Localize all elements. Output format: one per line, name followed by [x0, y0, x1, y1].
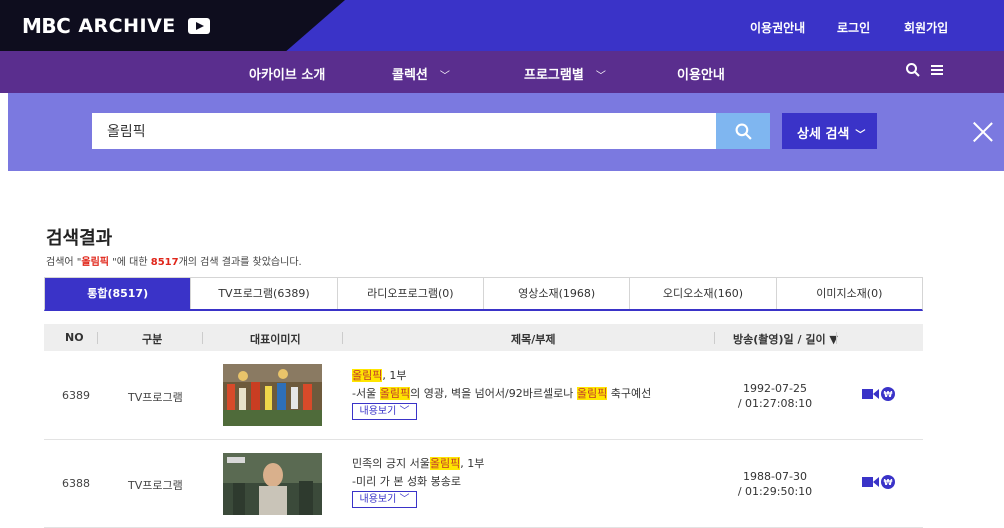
chevron-down-icon: ﹀: [595, 71, 606, 82]
close-icon[interactable]: [972, 121, 994, 143]
video-camera-icon[interactable]: ₩: [862, 474, 902, 490]
broadcast-date: 1988-07-30: [743, 470, 807, 483]
svg-text:₩: ₩: [884, 478, 893, 487]
nav-item-label: 아카이브 소개: [249, 68, 326, 83]
search-icon: [735, 123, 752, 140]
col-divider: [714, 332, 715, 344]
col-divider: [836, 332, 837, 344]
nav-item-program[interactable]: 프로그램별 ﹀: [524, 64, 606, 83]
broadcast-date: 1992-07-25: [743, 382, 807, 395]
logo-brand: MBC: [22, 14, 71, 38]
link-signup[interactable]: 회원가입: [904, 19, 948, 36]
col-divider: [342, 332, 343, 344]
summary-count: 8517: [150, 257, 179, 268]
nav-item-label: 이용안내: [677, 68, 725, 83]
results-title: 검색결과: [46, 228, 113, 249]
row-title[interactable]: 올림픽, 1부: [352, 367, 407, 383]
row-subtitle: -미리 가 본 성화 봉송로: [352, 475, 462, 488]
col-type: 구분: [142, 333, 163, 346]
summary-keyword: 올림픽: [81, 257, 109, 268]
table-row: 6388 TV프로그램 민족의 긍지 서울올림픽, 1부 -미리 가 본 성화 …: [44, 440, 923, 528]
duration: / 01:29:50:10: [737, 485, 813, 498]
play-icon: [187, 18, 210, 34]
tab-all[interactable]: 통합(8517): [45, 278, 192, 309]
result-tabs: 통합(8517) TV프로그램(6389) 라디오프로그램(0) 영상소재(19…: [44, 277, 923, 311]
nav-item-label: 프로그램별: [524, 68, 584, 83]
tab-tv-program[interactable]: TV프로그램(6389): [191, 278, 338, 309]
duration: / 01:27:08:10: [737, 397, 813, 410]
row-type: TV프로그램: [128, 391, 183, 404]
keyword-highlight: 올림픽: [352, 369, 383, 382]
subtitle-part: 축구예선: [607, 387, 652, 400]
col-divider: [97, 332, 98, 344]
tab-image-material[interactable]: 이미지소재(0): [777, 278, 922, 309]
results-summary: 검색어 "올림픽 "에 대한 8517개의 검색 결과를 찾았습니다.: [46, 253, 302, 268]
subtitle-part: -서울: [352, 387, 380, 400]
video-camera-icon[interactable]: ₩: [862, 386, 902, 402]
row-subtitle: -서울 올림픽의 영광, 벽을 넘어서/92바르셀로나 올림픽 축구예선: [352, 385, 651, 401]
link-login[interactable]: 로그인: [837, 19, 870, 36]
thumbnail-picture: [223, 453, 322, 515]
col-date-sort[interactable]: 방송(촬영)일 / 길이 ▼: [733, 331, 838, 347]
row-no: 6389: [62, 389, 90, 402]
chevron-down-icon: ﹀: [855, 130, 866, 141]
col-no: NO: [65, 331, 84, 344]
summary-suffix: 개의 검색 결과를 찾았습니다.: [178, 257, 302, 268]
chevron-down-icon: ﹀: [439, 71, 450, 82]
tab-video-material[interactable]: 영상소재(1968): [484, 278, 631, 309]
subtitle-part: 의 영광, 벽을 넘어서/92바르셀로나: [410, 387, 577, 400]
nav-item-label: 콜렉션: [392, 68, 428, 83]
link-pass-info[interactable]: 이용권안내: [750, 19, 805, 36]
search-icon[interactable]: [905, 62, 921, 78]
main-nav: 아카이브 소개 콜렉션 ﹀ 프로그램별 ﹀ 이용안내: [0, 51, 1004, 93]
tab-radio-program[interactable]: 라디오프로그램(0): [338, 278, 484, 309]
view-details-button[interactable]: 내용보기 ﹀: [352, 403, 417, 420]
table-row: 6389 TV프로그램 올림픽, 1부 -서울 올림픽의 영광, 벽을 넘어서/…: [44, 352, 923, 440]
chevron-down-icon: ﹀: [399, 406, 410, 417]
table-header: NO 구분 대표이미지 제목/부제 방송(촬영)일 / 길이 ▼: [44, 324, 923, 351]
thumbnail-picture: [223, 364, 322, 426]
svg-text:₩: ₩: [884, 390, 893, 399]
chevron-down-icon: ﹀: [399, 494, 410, 505]
keyword-highlight: 올림픽: [576, 387, 608, 400]
summary-prefix: 검색어 ": [46, 257, 82, 268]
title-rest: , 1부: [460, 457, 485, 470]
search-button[interactable]: [716, 113, 770, 149]
top-bar: MBC ARCHIVE 이용권안내 로그인 회원가입: [0, 0, 1004, 51]
advanced-search-button[interactable]: 상세 검색 ﹀: [782, 113, 877, 149]
thumbnail-image[interactable]: [223, 453, 322, 515]
keyword-highlight: 올림픽: [429, 457, 461, 470]
advanced-search-label: 상세 검색: [797, 127, 850, 142]
col-title: 제목/부제: [511, 333, 556, 346]
title-pre: 민족의 긍지 서울: [352, 457, 430, 470]
row-title[interactable]: 민족의 긍지 서울올림픽, 1부: [352, 455, 484, 471]
col-image: 대표이미지: [250, 333, 301, 346]
hamburger-menu-icon[interactable]: [931, 65, 943, 75]
logo-text: ARCHIVE: [78, 15, 176, 37]
nav-item-guide[interactable]: 이용안내: [677, 64, 725, 83]
row-date: 1988-07-30 / 01:29:50:10: [730, 469, 820, 499]
nav-item-collection[interactable]: 콜렉션 ﹀: [392, 64, 450, 83]
keyword-highlight: 올림픽: [379, 387, 411, 400]
search-field[interactable]: [92, 113, 716, 149]
row-no: 6388: [62, 477, 90, 490]
view-details-label: 내용보기: [359, 494, 397, 505]
view-details-label: 내용보기: [359, 406, 397, 417]
title-rest: , 1부: [382, 369, 407, 382]
thumbnail-image[interactable]: [223, 364, 322, 426]
search-input[interactable]: [93, 114, 715, 148]
tab-audio-material[interactable]: 오디오소재(160): [630, 278, 777, 309]
view-details-button[interactable]: 내용보기 ﹀: [352, 491, 417, 508]
row-date: 1992-07-25 / 01:27:08:10: [730, 381, 820, 411]
col-divider: [202, 332, 203, 344]
logo[interactable]: MBC ARCHIVE: [22, 14, 210, 38]
summary-mid: "에 대한: [109, 257, 151, 268]
row-type: TV프로그램: [128, 479, 183, 492]
nav-item-about[interactable]: 아카이브 소개: [249, 64, 325, 83]
